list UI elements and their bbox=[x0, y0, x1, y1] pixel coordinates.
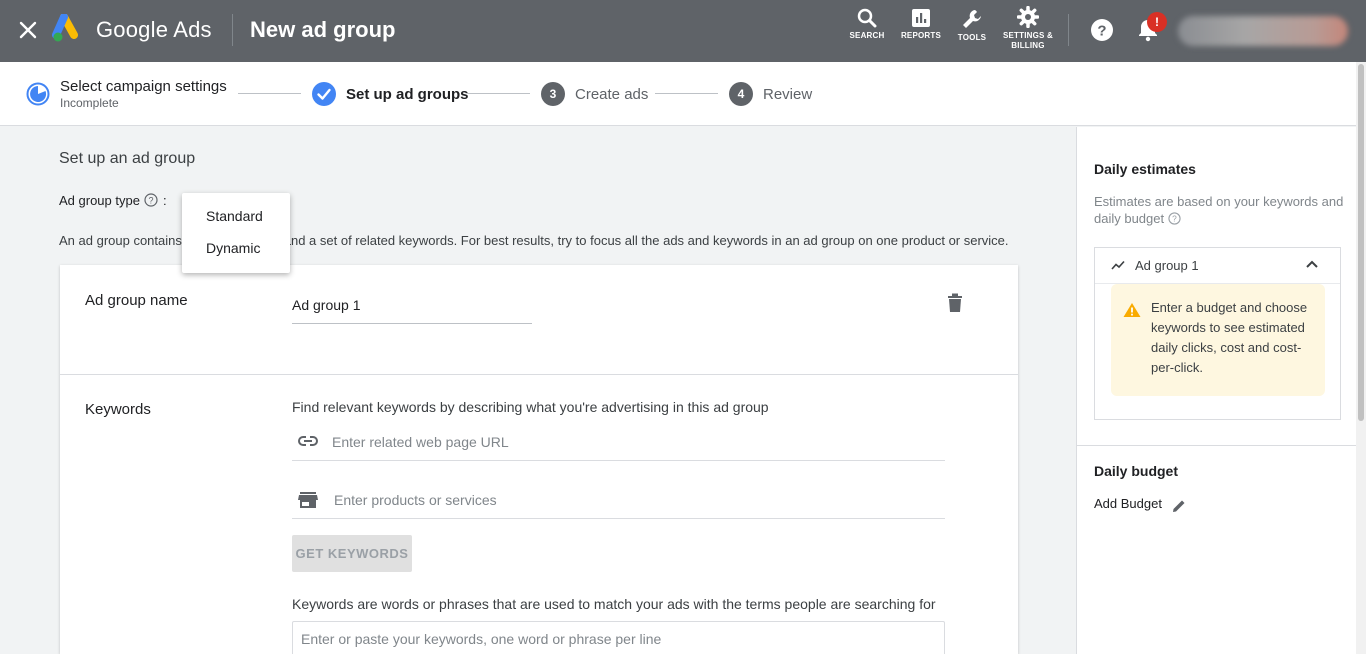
nav-settings-line1: SETTINGS & bbox=[1002, 31, 1053, 40]
step-1-title[interactable]: Select campaign settings bbox=[60, 78, 227, 95]
step-1-subtitle: Incomplete bbox=[60, 96, 119, 110]
step-incomplete-icon[interactable] bbox=[26, 82, 50, 106]
ad-group-name-input[interactable]: Ad group 1 bbox=[292, 291, 532, 324]
step-2-title[interactable]: Set up ad groups bbox=[346, 86, 469, 103]
warning-message: Enter a budget and choose keywords to se… bbox=[1111, 284, 1325, 396]
web-page-url-input[interactable]: Enter related web page URL bbox=[292, 422, 945, 461]
nav-settings-label: SETTINGS & BILLING bbox=[1000, 31, 1056, 51]
daily-estimates-title: Daily estimates bbox=[1094, 161, 1196, 177]
help-icon[interactable]: ? bbox=[1089, 17, 1115, 43]
card-divider bbox=[60, 374, 1018, 375]
step-connector bbox=[655, 93, 718, 94]
step-3-title[interactable]: Create ads bbox=[575, 86, 648, 103]
svg-text:?: ? bbox=[1172, 214, 1177, 224]
keywords-textarea[interactable]: Enter or paste your keywords, one word o… bbox=[292, 621, 945, 654]
header-divider bbox=[232, 14, 233, 46]
close-icon[interactable] bbox=[17, 19, 39, 41]
page-scrollbar[interactable] bbox=[1356, 62, 1366, 654]
nav-reports-label: REPORTS bbox=[900, 31, 942, 40]
page-title: New ad group bbox=[250, 17, 396, 42]
campaign-stepper: Select campaign settings Incomplete Set … bbox=[0, 62, 1356, 126]
svg-text:?: ? bbox=[148, 195, 153, 205]
trash-icon[interactable] bbox=[946, 292, 966, 314]
add-budget-link[interactable]: Add Budget bbox=[1094, 496, 1162, 511]
ad-group-estimate-header[interactable]: Ad group 1 bbox=[1095, 248, 1340, 284]
keywords-helper-text: Find relevant keywords by describing wha… bbox=[292, 399, 769, 415]
notification-badge: ! bbox=[1147, 12, 1167, 32]
ad-group-estimate-box: Ad group 1 Enter a budget and choose key… bbox=[1094, 247, 1341, 420]
account-avatar[interactable] bbox=[1178, 16, 1348, 46]
menu-option-standard[interactable]: Standard bbox=[182, 201, 290, 233]
keywords-label: Keywords bbox=[85, 401, 151, 418]
gear-icon bbox=[1017, 6, 1039, 28]
store-icon bbox=[298, 492, 318, 508]
estimates-panel: Daily estimates Estimates are based on y… bbox=[1076, 127, 1357, 654]
nav-search-button[interactable]: SEARCH bbox=[839, 6, 895, 56]
warning-text: Enter a budget and choose keywords to se… bbox=[1151, 300, 1308, 375]
step-connector bbox=[238, 93, 301, 94]
nav-tools-button[interactable]: TOOLS bbox=[944, 6, 1000, 56]
nav-tools-label: TOOLS bbox=[957, 33, 987, 42]
chevron-up-icon[interactable] bbox=[1305, 259, 1319, 269]
nav-settings-line2: BILLING bbox=[1011, 41, 1045, 50]
scrollbar-thumb[interactable] bbox=[1358, 64, 1364, 421]
nav-search-label: SEARCH bbox=[849, 31, 885, 40]
ad-group-card: Ad group name Ad group 1 Keywords Find r… bbox=[60, 265, 1018, 654]
step-check-icon[interactable] bbox=[312, 82, 336, 106]
top-app-bar: Google Ads New ad group SEARCH REPORTS T… bbox=[0, 0, 1366, 62]
step-connector bbox=[467, 93, 530, 94]
ad-group-type-menu: Standard Dynamic bbox=[182, 193, 290, 273]
step-4-number[interactable]: 4 bbox=[729, 82, 753, 106]
products-services-input[interactable]: Enter products or services bbox=[292, 480, 945, 519]
help-circle-icon[interactable]: ? bbox=[144, 193, 158, 207]
ad-group-name-label: Ad group name bbox=[85, 292, 188, 309]
reports-icon bbox=[912, 9, 930, 27]
daily-estimates-description: Estimates are based on your keywords and… bbox=[1094, 193, 1349, 227]
panel-divider bbox=[1077, 445, 1357, 446]
header-divider-right bbox=[1068, 14, 1069, 46]
link-icon bbox=[298, 436, 318, 446]
google-ads-logo-icon bbox=[52, 13, 84, 44]
estimate-group-label: Ad group 1 bbox=[1135, 258, 1199, 273]
brand-name: Google Ads bbox=[96, 17, 212, 42]
warning-icon bbox=[1123, 303, 1141, 317]
url-placeholder: Enter related web page URL bbox=[332, 434, 509, 450]
nav-settings-billing-button[interactable]: SETTINGS & BILLING bbox=[1000, 4, 1056, 54]
search-icon bbox=[857, 8, 877, 28]
step-3-number[interactable]: 3 bbox=[541, 82, 565, 106]
daily-estimates-description-text: Estimates are based on your keywords and… bbox=[1094, 194, 1344, 226]
wrench-icon bbox=[963, 10, 981, 28]
step-4-title[interactable]: Review bbox=[763, 86, 812, 103]
section-title: Set up an ad group bbox=[59, 150, 196, 167]
products-placeholder: Enter products or services bbox=[334, 492, 497, 508]
ad-group-type-label: Ad group type bbox=[59, 193, 140, 208]
type-colon: : bbox=[163, 193, 167, 208]
trending-icon bbox=[1111, 260, 1125, 270]
daily-budget-title: Daily budget bbox=[1094, 463, 1179, 479]
nav-reports-button[interactable]: REPORTS bbox=[893, 6, 949, 56]
menu-option-dynamic[interactable]: Dynamic bbox=[182, 233, 290, 265]
keywords-note: Keywords are words or phrases that are u… bbox=[292, 596, 936, 612]
help-circle-icon[interactable]: ? bbox=[1168, 212, 1181, 225]
svg-text:?: ? bbox=[1097, 23, 1106, 40]
get-keywords-button[interactable]: GET KEYWORDS bbox=[292, 535, 412, 572]
edit-pencil-icon[interactable] bbox=[1171, 498, 1187, 514]
